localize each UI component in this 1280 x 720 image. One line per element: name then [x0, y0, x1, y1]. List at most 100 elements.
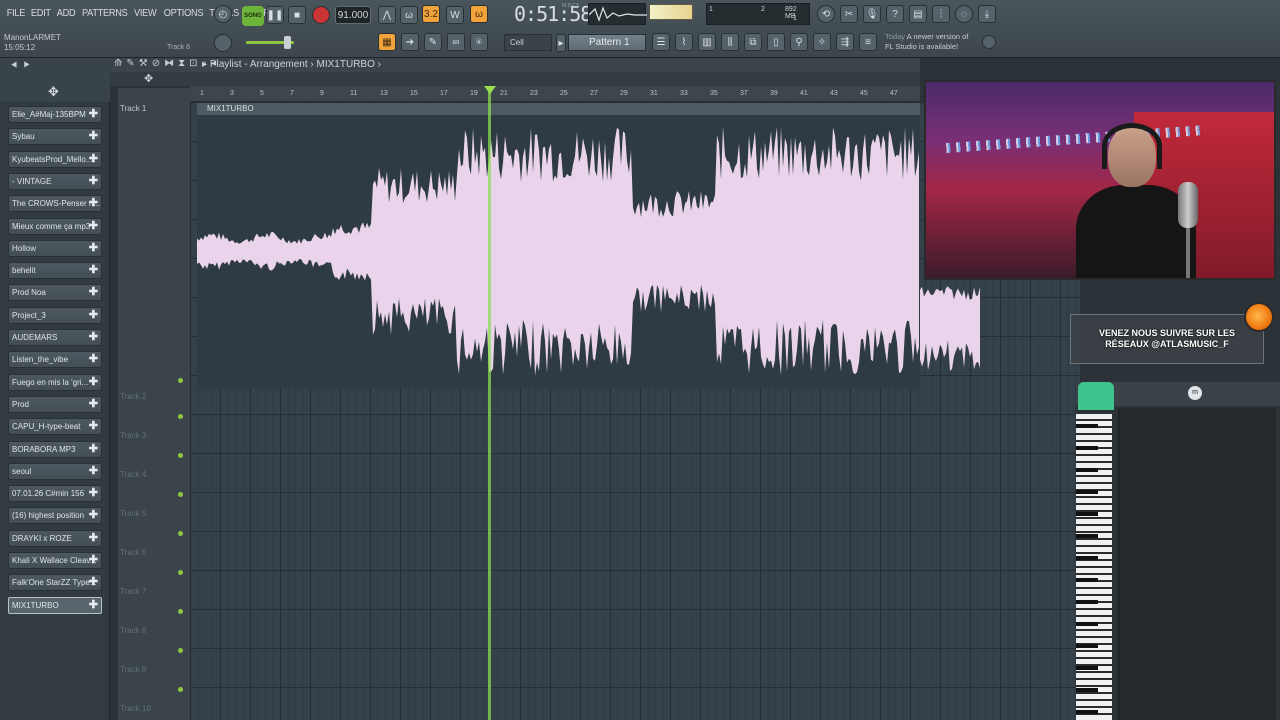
expand-icon[interactable]: ✚	[89, 553, 98, 568]
browser-item[interactable]: 07.01.26 C#min 156 ✚	[8, 485, 102, 503]
menu-patterns[interactable]: PATTERNS	[80, 6, 129, 21]
song-mode-toggle[interactable]: SONG	[242, 6, 264, 26]
loop-record-icon[interactable]: ω	[470, 5, 488, 23]
expand-icon[interactable]: ✚	[89, 107, 98, 122]
piano-roll-area[interactable]	[1118, 408, 1276, 720]
track-name[interactable]: Track 10	[120, 704, 151, 713]
browser-item[interactable]: Prod ✚	[8, 395, 102, 413]
browser-item[interactable]: KyubeatsProd_Mello... ✚	[8, 150, 102, 168]
audio-clip-title[interactable]: MIX1TURBO	[197, 103, 920, 115]
plugin-picker-icon[interactable]: ✧	[813, 33, 831, 51]
master-volume-handle[interactable]	[284, 36, 291, 49]
save-icon[interactable]: ▤	[909, 5, 927, 23]
timeline-ruler[interactable]: 1 3 5 7 9 11 13 15 17 19 21 23 25 27 29 31 33 35 37 39 41 43 4…	[190, 86, 920, 102]
plugin-icon[interactable]: ⚲	[790, 33, 808, 51]
expand-icon[interactable]: ✚	[89, 575, 98, 590]
track-enable-dot[interactable]	[178, 453, 183, 458]
graph-icon[interactable]: ⌇	[675, 33, 693, 51]
piano-black-keys[interactable]	[1076, 414, 1098, 720]
menu-options[interactable]: OPTIONS	[161, 6, 204, 21]
expand-icon[interactable]: ✚	[89, 219, 98, 234]
browser-item[interactable]: Project_3 ✚	[8, 306, 102, 324]
browser-move-icon[interactable]: ✥	[48, 84, 59, 100]
expand-icon[interactable]: ✚	[89, 330, 98, 345]
track-name[interactable]: Track 6	[120, 548, 146, 557]
audio-clip[interactable]: MIX1TURBO	[197, 103, 920, 388]
clock-icon[interactable]: ◴	[214, 5, 232, 23]
metronome-icon[interactable]: ⋀	[378, 6, 396, 24]
browser-item[interactable]: AUDEMARS ✚	[8, 329, 102, 346]
track-enable-dot[interactable]	[178, 648, 183, 653]
expand-icon[interactable]: ✚	[89, 397, 98, 412]
browser-item[interactable]: DRAYKI x ROZE ✚	[8, 529, 102, 547]
master-pitch-knob[interactable]	[214, 34, 232, 52]
blend-icon[interactable]: W	[446, 6, 464, 24]
expand-icon[interactable]: ✚	[89, 442, 98, 457]
stamp-icon[interactable]: ⍟	[470, 33, 488, 51]
menu-edit[interactable]: EDIT	[29, 6, 53, 21]
track-enable-dot[interactable]	[178, 531, 183, 536]
arrow-right-icon[interactable]: ➔	[401, 33, 419, 51]
playhead-line[interactable]	[488, 86, 491, 720]
browser-item[interactable]: CAPU_H-type-beat ✚	[8, 418, 102, 436]
track-name[interactable]: Track 4	[120, 470, 146, 479]
track-name[interactable]: Track 1	[120, 104, 146, 113]
browser-item[interactable]: seoul ✚	[8, 462, 102, 480]
track-enable-dot[interactable]	[178, 414, 183, 419]
help-icon[interactable]: ?	[886, 5, 904, 23]
expand-icon[interactable]: ✚	[89, 196, 98, 211]
track-name[interactable]: Track 7	[120, 587, 146, 596]
step-sequencer-icon[interactable]: ☰	[652, 33, 670, 51]
download-icon[interactable]: ⤓	[978, 5, 996, 23]
browser-item[interactable]: Sybau ✚	[8, 128, 102, 146]
browser-item[interactable]: BORABORA MP3 ✚	[8, 440, 102, 458]
expand-icon[interactable]: ✚	[89, 285, 98, 300]
browser-item[interactable]: The CROWS-Penser n... ✚	[8, 195, 102, 213]
track-name[interactable]: Track 5	[120, 509, 146, 518]
browser-item[interactable]: behelit ✚	[8, 262, 102, 280]
track-name[interactable]: Track 9	[120, 665, 146, 674]
news-icon[interactable]: ≡	[859, 33, 877, 51]
expand-icon[interactable]: ✚	[89, 308, 98, 323]
track-name[interactable]: Track 8	[120, 626, 146, 635]
undo-history-icon[interactable]: ⟲	[817, 5, 835, 23]
browser-item[interactable]: Khali X Wallace Cleav... ✚	[8, 552, 102, 569]
browser-item[interactable]: Listen_the_vibe ✚	[8, 351, 102, 369]
expand-icon[interactable]: ✚	[89, 152, 98, 167]
track-enable-dot[interactable]	[178, 492, 183, 497]
expand-icon[interactable]: ✚	[89, 419, 98, 434]
browser-item[interactable]: - VINTAGE ✚	[8, 172, 102, 190]
track-enable-dot[interactable]	[178, 570, 183, 575]
channel-rack-icon[interactable]: ⧉	[744, 33, 762, 51]
countdown-icon[interactable]: 3.2	[422, 5, 440, 23]
menu-add[interactable]: ADD	[54, 6, 76, 21]
expand-icon[interactable]: ✚	[89, 352, 98, 367]
piano-roll-icon[interactable]: ▥	[698, 33, 716, 51]
browser-item[interactable]: Fuego en mis la 'gri... ✚	[8, 373, 102, 391]
record-button[interactable]	[312, 6, 330, 24]
track-name[interactable]: Track 3	[120, 431, 146, 440]
expand-icon[interactable]: ✚	[89, 375, 98, 390]
expand-icon[interactable]: ✚	[89, 263, 98, 278]
track-enable-dot[interactable]	[178, 609, 183, 614]
browser-item[interactable]: Mieux comme ça mp3 ✚	[8, 217, 102, 235]
playlist-overview[interactable]: ✥ + ×	[110, 72, 920, 100]
mic-icon[interactable]: 🎙	[863, 5, 881, 23]
playlist-current[interactable]: MIX1TURBO	[317, 59, 375, 70]
playlist-view-icon[interactable]: ▦	[378, 33, 396, 51]
snap-select[interactable]: Cell	[504, 34, 552, 51]
expand-icon[interactable]: ✚	[89, 241, 98, 256]
piano-mode-icon[interactable]: m	[1188, 386, 1202, 400]
browser-item[interactable]: Prod Noa ✚	[8, 284, 102, 302]
tempo-display[interactable]: 91.000	[335, 6, 371, 24]
expand-icon[interactable]: ✚	[89, 508, 98, 523]
move-icon[interactable]: ✥	[144, 72, 153, 85]
time-display[interactable]: 0:51:58	[514, 2, 592, 26]
pause-button[interactable]: ❚❚	[266, 6, 284, 24]
track-enable-dot[interactable]	[178, 378, 183, 383]
track-name[interactable]: Track 2	[120, 392, 146, 401]
expand-icon[interactable]: ✚	[89, 531, 98, 546]
chat-icon[interactable]: ◌	[955, 5, 973, 23]
browser-item[interactable]: (16) highest position ✚	[8, 507, 102, 525]
news-refresh-icon[interactable]	[982, 35, 996, 49]
